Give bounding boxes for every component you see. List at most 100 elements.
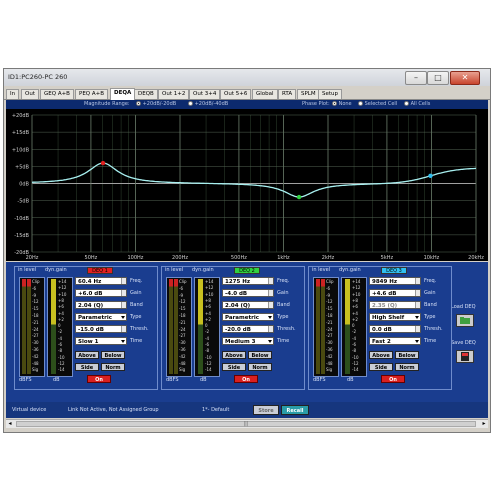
thresh-input[interactable]: -20.0 dB [222,325,274,333]
time-select[interactable]: Fast 2 [369,337,421,345]
tab-setup[interactable]: Setup [318,89,343,99]
meter-scale: +14 +12 +10 +8 +6 +4 +2 0 -2 -4 -6 -8 -10 -12 -14 [58,278,72,376]
freq-input[interactable]: 9849 Hz [369,277,421,285]
band-marker-2[interactable] [296,194,302,200]
dyn-gain-meter: +14 +12 +10 +8 +6 +4 +2 0 -2 -4 -6 -8 -10 -12 -14 [341,277,367,377]
band-marker-3[interactable] [428,173,433,179]
maximize-button[interactable]: □ [427,71,449,85]
on-button[interactable]: On [381,375,405,383]
meter-tick: -14 [205,367,212,373]
type-select[interactable]: Parametric [75,313,127,321]
tab-deqb[interactable]: DEQB [134,89,158,99]
deq-band-label[interactable]: DEQ 1 [87,267,113,274]
tab-out-56[interactable]: Out 5+6 [220,89,252,99]
meter-tick: -12 [179,299,186,305]
tab-peq-ab[interactable]: PEQ A+B [75,89,109,99]
app-window: ID1:PC260-PC 260 – □ ✕ In Out GEQ A+B PE… [3,68,491,433]
spinner-icon[interactable] [415,302,420,308]
band-marker-1[interactable] [100,160,106,166]
time-select[interactable]: Slow 1 [75,337,127,345]
gain-input[interactable]: +4.6 dB [369,289,421,297]
tab-in[interactable]: In [6,89,20,99]
below-button[interactable]: Below [101,351,125,359]
tab-deqa[interactable]: DEQA [110,88,136,100]
link-status: Link Not Active, Not Assigned Group [68,407,159,413]
on-button[interactable]: On [87,375,111,383]
below-button[interactable]: Below [395,351,419,359]
magnitude-option-40[interactable]: +20dB/-40dB [188,100,228,109]
meter-scale: Clip -6 -9 -12 -15 -18 -21 -24 -27 -30 -36 -42 -48 Si… [179,278,191,376]
spinner-icon[interactable] [121,278,126,284]
meter-bar-left [316,279,320,374]
above-button[interactable]: Above [369,351,393,359]
on-button[interactable]: On [234,375,258,383]
above-button[interactable]: Above [222,351,246,359]
chevron-down-icon[interactable] [415,316,419,319]
thresh-input[interactable]: 0.0 dB [369,325,421,333]
chevron-down-icon[interactable] [121,340,125,343]
save-deq-button[interactable] [456,350,474,363]
eq-response-graph[interactable]: +20dB+15dB+10dB+5dB0dB-5dB-10dB-15dB-20d… [6,109,488,261]
scroll-right-icon[interactable]: ▸ [480,420,488,428]
type-select[interactable]: Parametric [222,313,274,321]
deq-band-label[interactable]: DEQ 2 [234,267,260,274]
meter-tick: +12 [58,285,67,291]
side-button[interactable]: Side [75,363,99,371]
magnitude-option-20[interactable]: +20dB/-20dB [136,100,176,109]
spinner-icon[interactable] [268,290,273,296]
freq-input[interactable]: 60.4 Hz [75,277,127,285]
below-button[interactable]: Below [248,351,272,359]
phase-option-selected[interactable]: Selected Cell [358,100,397,109]
load-deq-button[interactable] [456,314,474,327]
norm-button[interactable]: Norm [101,363,125,371]
spinner-icon[interactable] [415,290,420,296]
tab-geq-ab[interactable]: GEQ A+B [40,89,74,99]
phase-option-all[interactable]: All Cells [404,100,430,109]
gain-input[interactable]: -4.0 dB [222,289,274,297]
chevron-down-icon[interactable] [415,340,419,343]
tab-global[interactable]: Global [252,89,278,99]
tab-splm[interactable]: SPLM [297,89,320,99]
spinner-icon[interactable] [121,302,126,308]
spinner-icon[interactable] [415,326,420,332]
band-input[interactable]: 2.04 (Q) [75,301,127,309]
side-button[interactable]: Side [222,363,246,371]
scroll-thumb[interactable]: ||| [16,421,476,427]
norm-button[interactable]: Norm [248,363,272,371]
title-bar[interactable]: ID1:PC260-PC 260 – □ ✕ [4,69,490,86]
scroll-left-icon[interactable]: ◂ [6,420,14,428]
type-select[interactable]: High Shelf [369,313,421,321]
band-input[interactable]: 2.04 (Q) [222,301,274,309]
folder-icon [460,317,470,324]
store-button[interactable]: Store [253,405,279,415]
spinner-icon[interactable] [121,290,126,296]
band-input[interactable]: 2.35 (Q) [369,301,421,309]
spinner-icon[interactable] [268,326,273,332]
spinner-icon[interactable] [121,326,126,332]
spinner-icon[interactable] [268,278,273,284]
minimize-button[interactable]: – [405,71,427,85]
gain-input[interactable]: +6.0 dB [75,289,127,297]
freq-input[interactable]: 1275 Hz [222,277,274,285]
norm-button[interactable]: Norm [395,363,419,371]
chevron-down-icon[interactable] [268,340,272,343]
chevron-down-icon[interactable] [268,316,272,319]
tab-out-34[interactable]: Out 3+4 [189,89,221,99]
phase-option-none[interactable]: None [332,100,352,109]
chevron-down-icon[interactable] [121,316,125,319]
deq-band-label[interactable]: DEQ 3 [381,267,407,274]
tab-rta[interactable]: RTA [278,89,297,99]
recall-button[interactable]: Recall [281,405,309,415]
close-button[interactable]: ✕ [450,71,480,85]
meter-tick: +14 [352,279,361,284]
tab-out-12[interactable]: Out 1+2 [158,89,190,99]
horizontal-scrollbar[interactable]: ◂ ||| ▸ [6,419,488,428]
spinner-icon[interactable] [415,278,420,284]
spinner-icon[interactable] [268,302,273,308]
gain-input-label: Gain [277,290,289,296]
thresh-input[interactable]: -15.0 dB [75,325,127,333]
tab-out[interactable]: Out [21,89,39,99]
above-button[interactable]: Above [75,351,99,359]
time-select[interactable]: Medium 3 [222,337,274,345]
side-button[interactable]: Side [369,363,393,371]
